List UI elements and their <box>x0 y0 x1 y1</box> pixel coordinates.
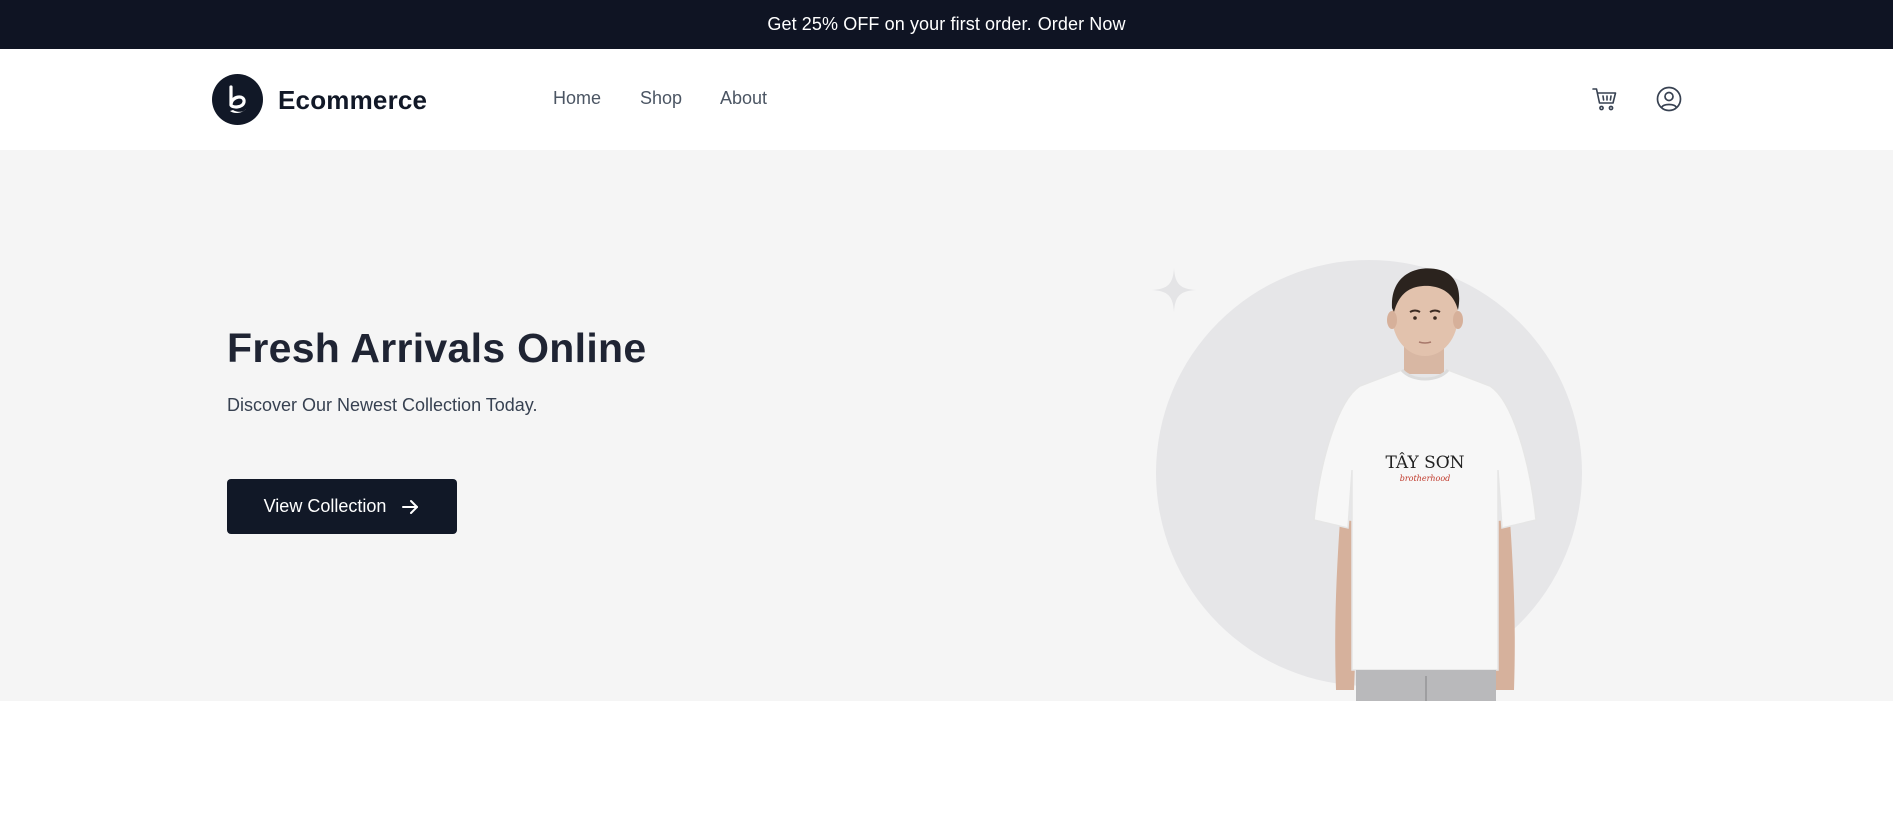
nav-shop[interactable]: Shop <box>640 88 682 109</box>
view-collection-button[interactable]: View Collection <box>227 479 457 534</box>
announcement-text: Get 25% OFF on your first order. <box>767 14 1032 34</box>
cart-icon[interactable] <box>1591 85 1619 113</box>
hero-section: Fresh Arrivals Online Discover Our Newes… <box>0 150 1893 701</box>
arrow-right-icon <box>400 497 420 517</box>
user-icon[interactable] <box>1655 85 1683 113</box>
brand-name[interactable]: Ecommerce <box>278 85 427 116</box>
page-content-area <box>0 701 1893 826</box>
hero-subtitle: Discover Our Newest Collection Today. <box>227 395 538 415</box>
hero-title: Fresh Arrivals Online <box>227 325 647 371</box>
svg-text:TÂY SƠN: TÂY SƠN <box>1385 452 1464 473</box>
sparkle-icon <box>1150 266 1198 319</box>
ecommerce-logo-icon[interactable] <box>212 74 263 125</box>
site-header: Ecommerce Home Shop About <box>0 49 1893 150</box>
hero-model-image: TÂY SƠN brotherhood <box>1290 250 1560 701</box>
nav-about[interactable]: About <box>720 88 767 109</box>
nav-home[interactable]: Home <box>553 88 601 109</box>
view-collection-label: View Collection <box>263 496 387 516</box>
order-now-link[interactable]: Order Now <box>1038 14 1126 35</box>
announcement-bar: Get 25% OFF on your first order. Order N… <box>0 0 1893 49</box>
svg-text:brotherhood: brotherhood <box>1400 474 1451 483</box>
